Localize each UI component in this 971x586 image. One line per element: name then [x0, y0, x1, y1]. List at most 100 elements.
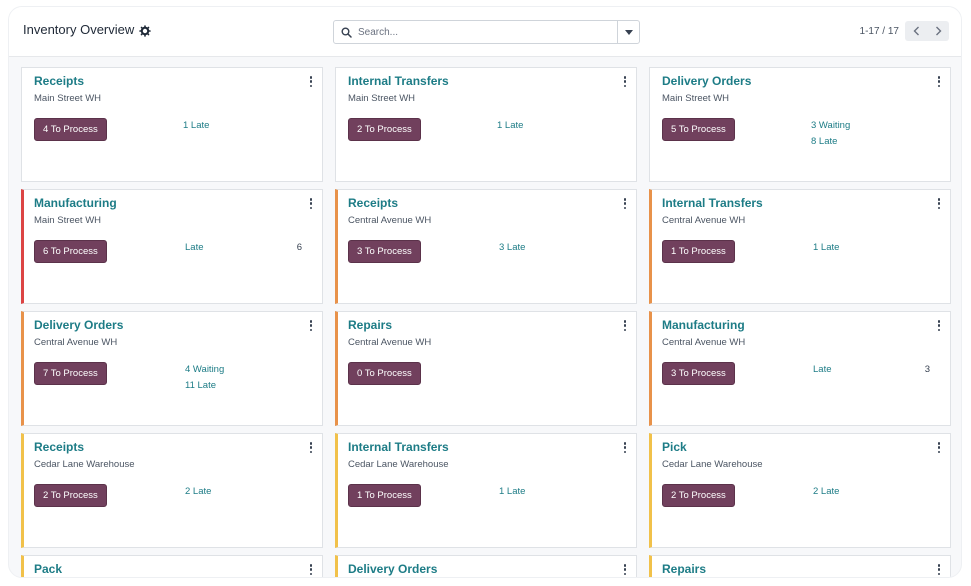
- card-title[interactable]: Delivery Orders: [662, 74, 751, 88]
- kebab-menu-icon[interactable]: [309, 76, 313, 87]
- card-warehouse: Cedar Lane Warehouse: [34, 459, 135, 470]
- chevron-right-icon: [935, 26, 941, 36]
- kebab-menu-icon[interactable]: [623, 442, 627, 453]
- card-warehouse: Central Avenue WH: [34, 337, 118, 348]
- operation-card[interactable]: Internal Transfers Central Avenue WH 1 To …: [649, 189, 951, 304]
- card-warehouse: Main Street WH: [34, 215, 102, 226]
- to-process-button[interactable]: 1 To Process: [348, 484, 421, 507]
- operation-card[interactable]: Delivery Orders: [335, 555, 637, 577]
- stat-link[interactable]: 3 Late: [499, 242, 525, 253]
- operation-card[interactable]: Repairs: [649, 555, 951, 577]
- to-process-button[interactable]: 5 To Process: [662, 118, 735, 141]
- card-title[interactable]: Repairs: [348, 318, 392, 332]
- stat-link[interactable]: 1 Late: [183, 120, 209, 131]
- to-process-button[interactable]: 4 To Process: [34, 118, 107, 141]
- stat-link[interactable]: 3 Waiting: [811, 120, 850, 131]
- stat-link[interactable]: 1 Late: [499, 486, 525, 497]
- operation-card[interactable]: Pick Cedar Lane Warehouse 2 To Process 2 La…: [649, 433, 951, 548]
- card-title[interactable]: Repairs: [662, 562, 706, 576]
- stat-link[interactable]: 1 Late: [813, 242, 839, 253]
- gear-icon[interactable]: [139, 24, 152, 37]
- kebab-menu-icon[interactable]: [937, 442, 941, 453]
- stat-link[interactable]: Late: [185, 242, 204, 253]
- pager: 1-17 / 17: [860, 21, 949, 41]
- operation-card[interactable]: Receipts Central Avenue WH 3 To Process 3 L…: [335, 189, 637, 304]
- pager-value[interactable]: 1-17 / 17: [860, 26, 899, 37]
- stat-link[interactable]: 1 Late: [497, 120, 523, 131]
- card-title[interactable]: Receipts: [34, 74, 84, 88]
- card-warehouse: Central Avenue WH: [348, 337, 432, 348]
- to-process-button[interactable]: 7 To Process: [34, 362, 107, 385]
- control-panel: Inventory Overview Search... 1-17 / 17: [9, 7, 961, 57]
- card-title[interactable]: Internal Transfers: [348, 440, 449, 454]
- card-title[interactable]: Pick: [662, 440, 687, 454]
- inventory-app: Inventory Overview Search... 1-17 / 17 R…: [8, 6, 962, 578]
- kebab-menu-icon[interactable]: [623, 320, 627, 331]
- search-input[interactable]: [358, 22, 617, 42]
- stat-link[interactable]: 2 Late: [813, 486, 839, 497]
- to-process-button[interactable]: 3 To Process: [662, 362, 735, 385]
- pager-next-button[interactable]: [927, 21, 949, 41]
- operation-card[interactable]: Receipts Cedar Lane Warehouse 2 To Process…: [21, 433, 323, 548]
- kebab-menu-icon[interactable]: [623, 76, 627, 87]
- caret-down-icon: [624, 29, 633, 35]
- card-title[interactable]: Receipts: [348, 196, 398, 210]
- to-process-button[interactable]: 2 To Process: [34, 484, 107, 507]
- operation-card[interactable]: Pack: [21, 555, 323, 577]
- kebab-menu-icon[interactable]: [309, 198, 313, 209]
- search-bar: [333, 20, 640, 44]
- kebab-menu-icon[interactable]: [937, 320, 941, 331]
- card-stats: 3 Late: [499, 242, 525, 253]
- stat-link[interactable]: 2 Late: [185, 486, 211, 497]
- to-process-button[interactable]: 0 To Process: [348, 362, 421, 385]
- stat-link[interactable]: 11 Late: [185, 380, 224, 391]
- card-title[interactable]: Delivery Orders: [34, 318, 123, 332]
- operation-card[interactable]: Manufacturing Central Avenue WH 3 To Proce…: [649, 311, 951, 426]
- kebab-menu-icon[interactable]: [937, 564, 941, 575]
- operation-card[interactable]: Internal Transfers Cedar Lane Warehouse 1 …: [335, 433, 637, 548]
- card-warehouse: Cedar Lane Warehouse: [662, 459, 763, 470]
- to-process-button[interactable]: 6 To Process: [34, 240, 107, 263]
- kebab-menu-icon[interactable]: [309, 442, 313, 453]
- kebab-menu-icon[interactable]: [623, 198, 627, 209]
- card-title[interactable]: Delivery Orders: [348, 562, 437, 576]
- stat-link[interactable]: 4 Waiting: [185, 364, 224, 375]
- card-title[interactable]: Manufacturing: [34, 196, 117, 210]
- operation-card[interactable]: Repairs Central Avenue WH 0 To Process: [335, 311, 637, 426]
- search-options-toggle[interactable]: [617, 21, 639, 43]
- operation-card[interactable]: Delivery Orders Main Street WH 5 To Proces…: [649, 67, 951, 182]
- kebab-menu-icon[interactable]: [937, 76, 941, 87]
- card-title[interactable]: Manufacturing: [662, 318, 745, 332]
- to-process-button[interactable]: 3 To Process: [348, 240, 421, 263]
- card-stats: 1 Late: [497, 120, 523, 131]
- kebab-menu-icon[interactable]: [937, 198, 941, 209]
- kebab-menu-icon[interactable]: [623, 564, 627, 575]
- card-warehouse: Cedar Lane Warehouse: [348, 459, 449, 470]
- operation-card[interactable]: Manufacturing Main Street WH 6 To Process L…: [21, 189, 323, 304]
- card-stats: 4 Waiting 11 Late: [185, 364, 224, 391]
- operation-card[interactable]: Delivery Orders Central Avenue WH 7 To Pro…: [21, 311, 323, 426]
- kebab-menu-icon[interactable]: [309, 564, 313, 575]
- late-count: 3: [924, 364, 930, 375]
- card-warehouse: Main Street WH: [34, 93, 102, 104]
- pager-previous-button[interactable]: [905, 21, 927, 41]
- operation-card[interactable]: Internal Transfers Main Street WH 2 To Pro…: [335, 67, 637, 182]
- card-stats: 2 Late: [813, 486, 839, 497]
- stat-link[interactable]: Late: [813, 364, 832, 375]
- card-title[interactable]: Internal Transfers: [348, 74, 449, 88]
- card-stats: 1 Late: [183, 120, 209, 131]
- card-title[interactable]: Receipts: [34, 440, 84, 454]
- card-warehouse: Main Street WH: [348, 93, 416, 104]
- card-title[interactable]: Internal Transfers: [662, 196, 763, 210]
- to-process-button[interactable]: 1 To Process: [662, 240, 735, 263]
- card-stats: Late: [185, 242, 204, 253]
- chevron-left-icon: [913, 26, 919, 36]
- card-warehouse: Central Avenue WH: [662, 215, 746, 226]
- stat-link[interactable]: 8 Late: [811, 136, 850, 147]
- operation-card[interactable]: Receipts Main Street WH 4 To Process 1 Late: [21, 67, 323, 182]
- page-title: Inventory Overview: [23, 22, 135, 37]
- kebab-menu-icon[interactable]: [309, 320, 313, 331]
- card-title[interactable]: Pack: [34, 562, 62, 576]
- to-process-button[interactable]: 2 To Process: [348, 118, 421, 141]
- to-process-button[interactable]: 2 To Process: [662, 484, 735, 507]
